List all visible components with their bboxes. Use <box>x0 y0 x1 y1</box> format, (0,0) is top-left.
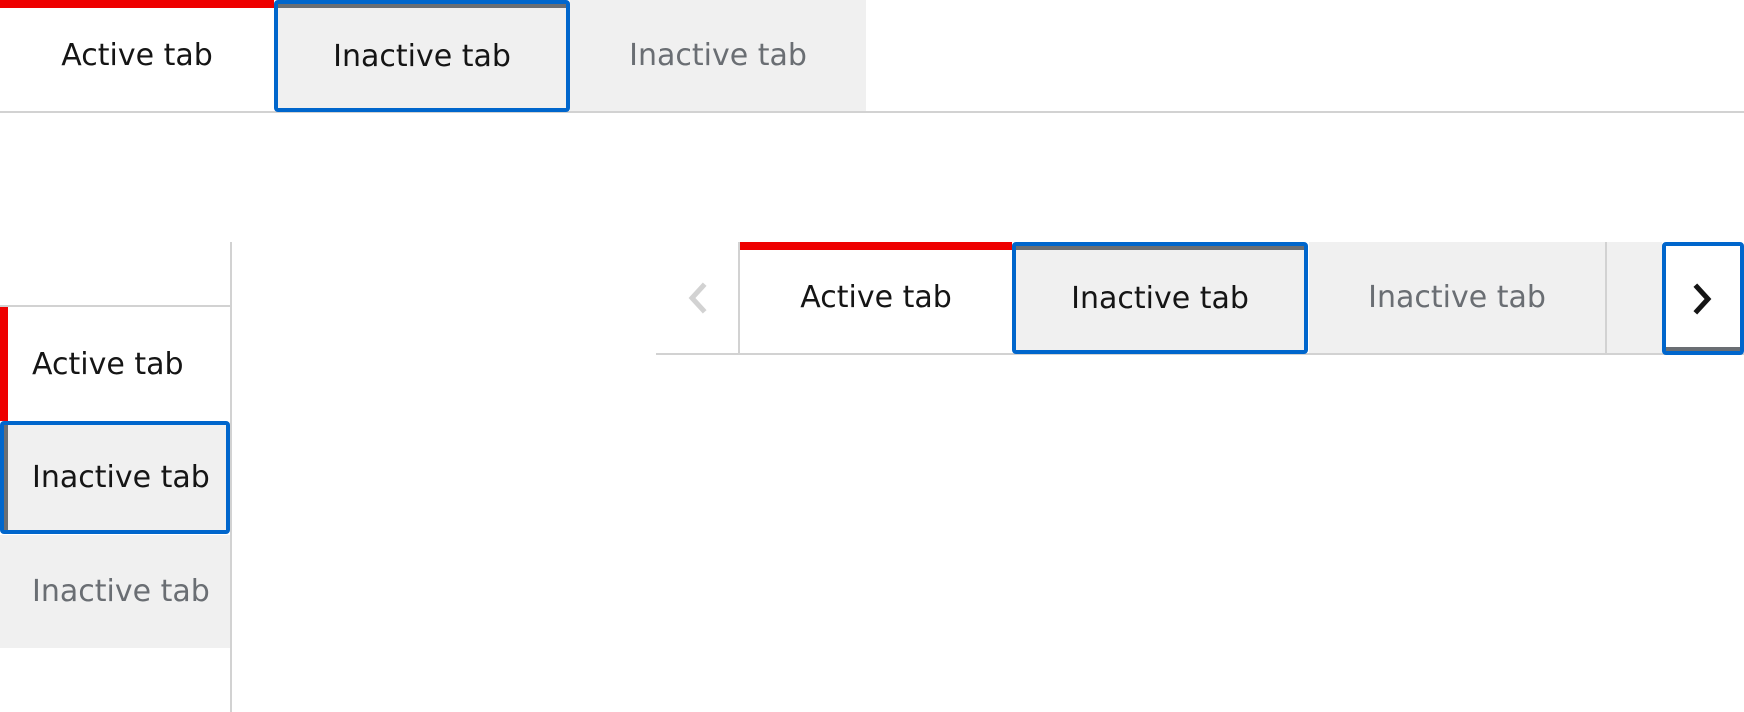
tab-inactive-focused[interactable]: Inactive tab <box>274 0 570 112</box>
tab-label: Inactive tab <box>32 460 210 495</box>
tabs-right-border <box>230 242 232 712</box>
tab-inactive[interactable]: Inactive tab <box>0 535 230 648</box>
tab-label: Inactive tab <box>1368 280 1546 315</box>
tab-active[interactable]: Active tab <box>740 242 1012 353</box>
tab-active[interactable]: Active tab <box>0 0 274 111</box>
tab-label: Inactive tab <box>333 38 511 74</box>
hover-indicator <box>1016 246 1304 250</box>
tab-label: Inactive tab <box>629 38 807 73</box>
active-indicator <box>740 242 1012 250</box>
tab-label: Active tab <box>32 346 184 382</box>
tab-inactive[interactable]: Inactive tab <box>570 0 866 111</box>
hover-indicator <box>1666 347 1740 351</box>
scroll-right-button[interactable] <box>1662 242 1744 355</box>
tab-partial[interactable] <box>1607 242 1662 353</box>
hover-indicator <box>4 425 8 530</box>
scroll-left-button[interactable] <box>656 242 738 353</box>
tab-inactive-focused[interactable]: Inactive tab <box>1012 242 1308 354</box>
tab-active[interactable]: Active tab <box>0 307 230 421</box>
tab-label: Active tab <box>800 280 952 315</box>
tab-label: Inactive tab <box>1071 280 1249 316</box>
chevron-right-icon <box>1693 282 1712 315</box>
hover-indicator <box>278 4 566 8</box>
tab-label: Active tab <box>61 38 213 73</box>
active-indicator <box>0 307 8 421</box>
tab-inactive[interactable]: Inactive tab <box>1309 242 1605 353</box>
tabs-bottom-border <box>0 111 1744 113</box>
chevron-left-icon <box>688 281 707 314</box>
tab-label: Inactive tab <box>32 574 210 609</box>
tab-inactive-focused[interactable]: Inactive tab <box>0 421 230 534</box>
active-indicator <box>0 0 274 8</box>
